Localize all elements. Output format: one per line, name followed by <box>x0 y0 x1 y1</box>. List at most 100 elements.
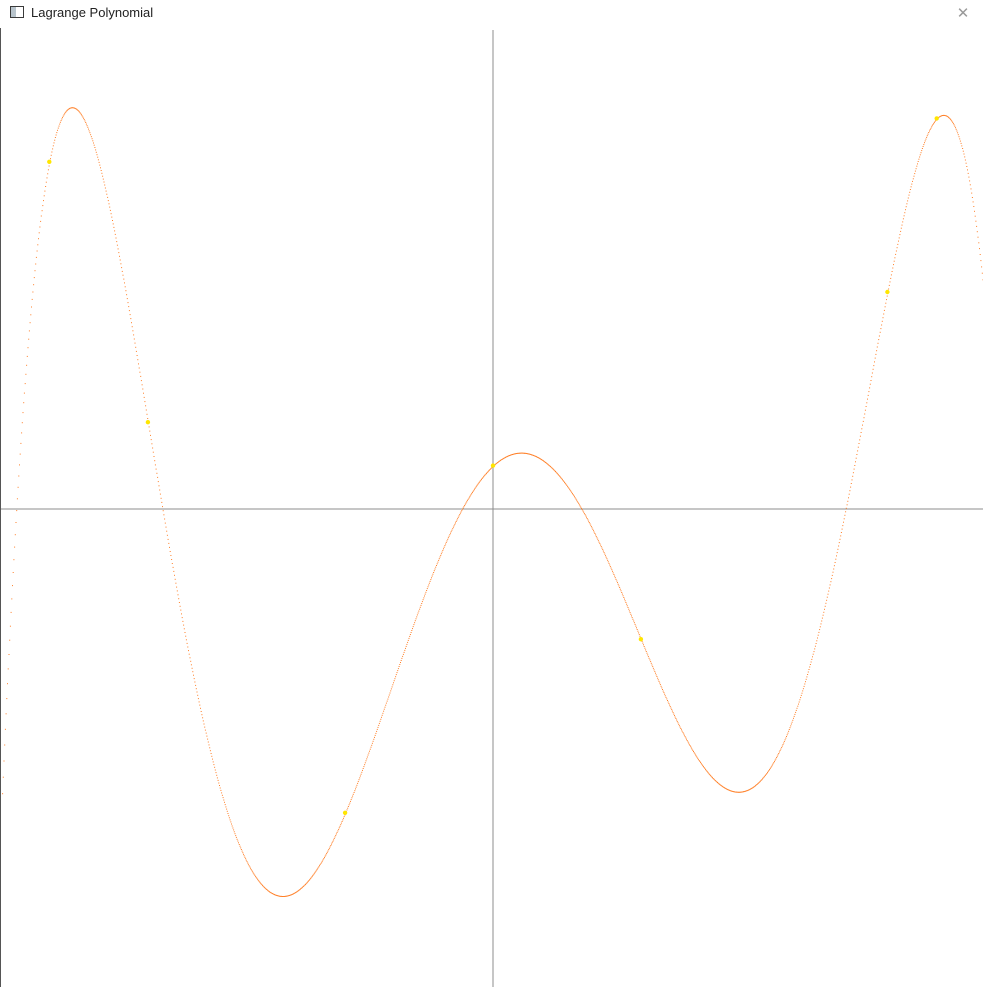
curve-point <box>608 562 610 564</box>
curve-point <box>39 226 41 228</box>
curve-point <box>635 625 637 627</box>
curve-point <box>924 140 926 142</box>
curve-point <box>254 874 256 876</box>
curve-point <box>459 514 461 516</box>
curve-point <box>357 782 359 784</box>
curve-point <box>337 830 339 832</box>
curve-point <box>109 206 111 208</box>
curve-point <box>428 584 430 586</box>
curve-point <box>164 518 166 520</box>
curve-point <box>466 501 468 503</box>
curve-point <box>343 816 345 818</box>
curve-point <box>57 127 59 129</box>
curve-point <box>689 745 691 746</box>
curve-point <box>124 286 126 288</box>
curve-point <box>473 489 475 491</box>
curve-point <box>593 530 594 532</box>
curve-point <box>678 723 680 725</box>
curve-point <box>677 722 679 724</box>
curve-point <box>599 543 601 545</box>
curve-point <box>452 526 454 528</box>
curve-point <box>613 574 615 575</box>
curve-point <box>420 604 422 606</box>
curve-point <box>459 512 461 514</box>
curve-point <box>19 464 20 466</box>
curve-point <box>414 622 416 624</box>
curve-point <box>200 707 201 709</box>
curve-point <box>237 840 239 842</box>
curve-point <box>433 570 435 572</box>
curve-point <box>831 574 833 576</box>
curve-point <box>359 775 361 777</box>
curve-point <box>105 190 107 192</box>
curve-point <box>59 123 61 125</box>
curve-point <box>623 597 625 598</box>
curve-point <box>31 298 33 300</box>
curve-point <box>646 652 648 654</box>
interpolation-node <box>490 463 496 468</box>
curve-point <box>864 413 866 415</box>
curve-point <box>598 541 600 543</box>
curve-point <box>102 178 104 180</box>
curve-point <box>611 569 613 571</box>
curve-point <box>465 502 467 504</box>
curve-point <box>771 764 773 766</box>
curve-point <box>637 630 639 632</box>
curve-point <box>366 756 368 758</box>
curve-point <box>683 734 685 736</box>
curve-point <box>590 524 592 526</box>
curve-point <box>50 158 51 160</box>
curve-point <box>791 721 793 723</box>
curve-point <box>587 519 589 521</box>
curve-point <box>60 120 62 122</box>
curve-point <box>797 705 799 707</box>
curve-point <box>624 600 626 602</box>
curve-point <box>428 582 430 584</box>
curve-point <box>678 725 680 727</box>
curve-point <box>681 729 682 731</box>
curve-point <box>342 819 344 821</box>
curve-point <box>959 140 961 142</box>
curve-point <box>576 500 578 502</box>
curve-point <box>626 603 628 605</box>
curve-point <box>325 854 327 856</box>
curve-point <box>126 294 128 296</box>
curve-point <box>257 878 259 880</box>
curve-point <box>424 593 426 595</box>
curve-point <box>162 510 164 512</box>
curve-point <box>212 761 214 763</box>
curve-point <box>9 639 11 641</box>
curve-point <box>7 668 9 670</box>
curve-point <box>194 681 196 683</box>
curve-point <box>413 624 415 626</box>
curve-point <box>187 646 189 648</box>
curve-point <box>214 769 216 771</box>
curve-point <box>147 418 149 419</box>
curve-point <box>569 488 571 490</box>
curve-point <box>367 754 369 756</box>
curve-point <box>327 850 329 852</box>
curve-point <box>16 510 18 512</box>
curve-point <box>922 146 924 147</box>
curve-point <box>23 402 25 404</box>
curve-point <box>923 144 925 146</box>
curve-point <box>596 537 598 539</box>
curve-point <box>391 686 393 688</box>
curve-point <box>842 525 844 527</box>
curve-point <box>977 236 979 238</box>
curve-point <box>97 156 99 158</box>
curve-point <box>925 138 927 140</box>
curve-point <box>933 122 935 124</box>
curve-point <box>416 616 418 618</box>
curve-point <box>397 670 399 672</box>
curve-point <box>776 755 778 757</box>
curve-point <box>671 710 673 712</box>
curve-point <box>319 865 320 867</box>
curve-point <box>356 784 358 786</box>
curve-point <box>455 522 456 524</box>
curve-point <box>783 742 785 744</box>
curve-point <box>40 220 42 222</box>
curve-point <box>98 161 100 163</box>
curve-point <box>379 720 381 722</box>
curve-point <box>158 485 160 487</box>
